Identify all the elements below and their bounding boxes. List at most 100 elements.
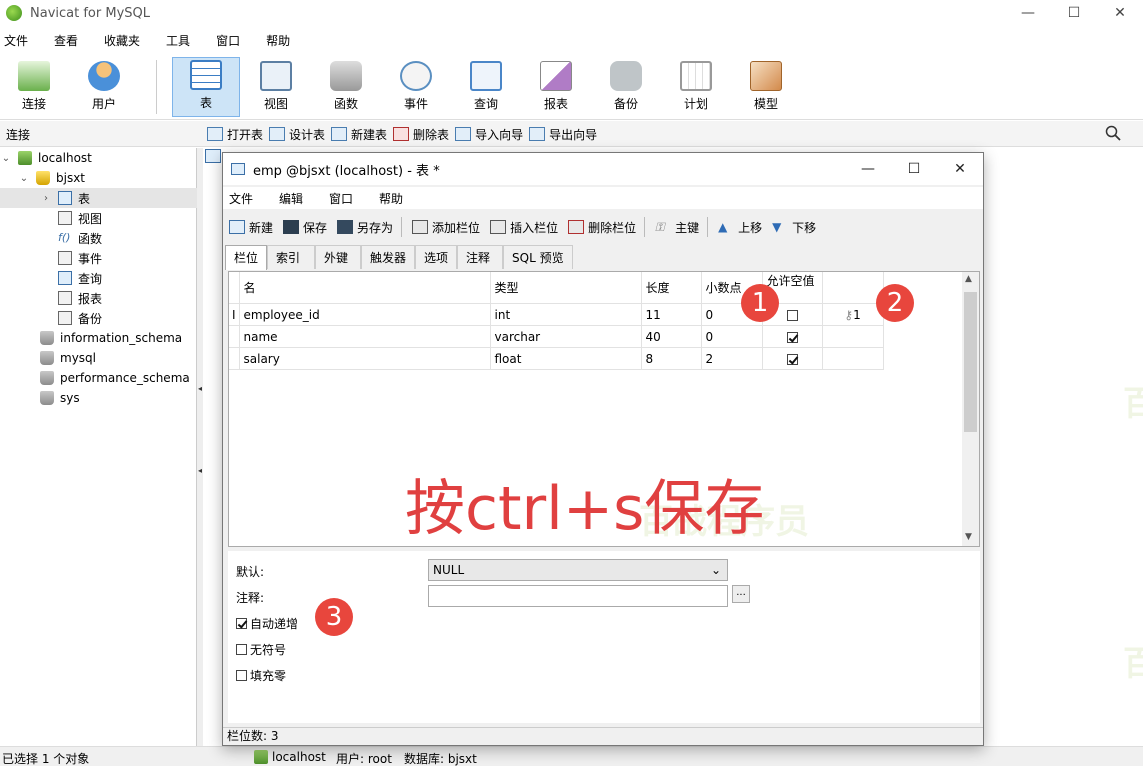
column-header-name[interactable]: 名 bbox=[239, 272, 491, 304]
collapse-left-icon[interactable]: ◂ bbox=[198, 466, 202, 475]
tab-triggers[interactable]: 触发器 bbox=[361, 245, 416, 269]
field-decimals-cell[interactable]: 2 bbox=[701, 347, 763, 370]
table-row[interactable]: name varchar 40 0 bbox=[229, 325, 884, 348]
designer-menu-edit[interactable]: 编辑 bbox=[279, 190, 303, 207]
table-row[interactable]: salary float 8 2 bbox=[229, 347, 884, 370]
ribbon-model-button[interactable]: 模型 bbox=[732, 57, 800, 117]
primary-key-button[interactable]: ⚿ 主键 bbox=[655, 216, 699, 238]
chevron-right-icon[interactable]: › bbox=[40, 193, 52, 204]
ribbon-report-button[interactable]: 报表 bbox=[522, 57, 590, 117]
new-table-button[interactable]: 新建表 bbox=[331, 124, 387, 144]
field-name-cell[interactable]: salary bbox=[239, 347, 491, 370]
menu-file[interactable]: 文件 bbox=[4, 32, 28, 49]
tree-db-bjsxt[interactable]: ⌄ bjsxt bbox=[0, 168, 197, 188]
tree-item-queries[interactable]: 查询 bbox=[0, 268, 197, 288]
row-selector[interactable] bbox=[229, 325, 240, 348]
ribbon-view-button[interactable]: 视图 bbox=[242, 57, 310, 117]
field-name-cell[interactable]: name bbox=[239, 325, 491, 348]
save-as-button[interactable]: 另存为 bbox=[337, 216, 393, 238]
minimize-button[interactable]: — bbox=[1005, 0, 1051, 26]
row-selector[interactable] bbox=[229, 347, 240, 370]
unsigned-checkbox[interactable] bbox=[236, 644, 247, 655]
ribbon-event-button[interactable]: 事件 bbox=[382, 57, 450, 117]
nullable-checkbox[interactable] bbox=[786, 353, 798, 365]
designer-menu-help[interactable]: 帮助 bbox=[379, 190, 403, 207]
field-length-cell[interactable]: 40 bbox=[641, 325, 702, 348]
menu-tools[interactable]: 工具 bbox=[166, 32, 190, 49]
save-button[interactable]: 保存 bbox=[283, 216, 327, 238]
table-object-icon[interactable] bbox=[205, 149, 221, 163]
ribbon-user-button[interactable]: 用户 bbox=[70, 57, 138, 117]
field-key-cell[interactable] bbox=[822, 347, 884, 370]
tree-item-events[interactable]: 事件 bbox=[0, 248, 197, 268]
move-down-button[interactable]: ▼ 下移 bbox=[772, 216, 816, 238]
field-length-cell[interactable]: 11 bbox=[641, 303, 702, 326]
field-name-cell[interactable]: employee_id bbox=[239, 303, 491, 326]
table-row[interactable]: I employee_id int 11 0 ⚷1 bbox=[229, 303, 884, 326]
ribbon-connect-button[interactable]: 连接 bbox=[0, 57, 68, 117]
unsigned-option[interactable]: 无符号 bbox=[236, 641, 286, 658]
field-type-cell[interactable]: int bbox=[490, 303, 642, 326]
designer-maximize-button[interactable]: ☐ bbox=[891, 153, 937, 185]
menu-help[interactable]: 帮助 bbox=[266, 32, 290, 49]
ribbon-function-button[interactable]: 函数 bbox=[312, 57, 380, 117]
delete-table-button[interactable]: 删除表 bbox=[393, 124, 449, 144]
field-nullable-cell[interactable] bbox=[762, 325, 823, 348]
field-key-cell[interactable] bbox=[822, 325, 884, 348]
scroll-down-icon[interactable]: ▼ bbox=[965, 532, 972, 542]
add-field-button[interactable]: 添加栏位 bbox=[412, 216, 480, 238]
column-header-length[interactable]: 长度 bbox=[641, 272, 702, 304]
designer-close-button[interactable]: ✕ bbox=[937, 153, 983, 185]
grid-scrollbar[interactable]: ▲ ▼ bbox=[962, 272, 979, 546]
search-icon[interactable] bbox=[1105, 125, 1121, 141]
tree-item-functions[interactable]: f() 函数 bbox=[0, 228, 197, 248]
insert-field-button[interactable]: 插入栏位 bbox=[490, 216, 558, 238]
chevron-down-icon[interactable]: ⌄ bbox=[0, 153, 12, 164]
design-table-button[interactable]: 设计表 bbox=[269, 124, 325, 144]
tree-server-localhost[interactable]: ⌄ localhost bbox=[0, 148, 197, 168]
tree-db-information-schema[interactable]: information_schema bbox=[0, 328, 197, 348]
ribbon-backup-button[interactable]: 备份 bbox=[592, 57, 660, 117]
zerofill-checkbox[interactable] bbox=[236, 670, 247, 681]
designer-menu-file[interactable]: 文件 bbox=[229, 190, 253, 207]
column-header-key[interactable] bbox=[822, 272, 884, 304]
nullable-checkbox[interactable] bbox=[786, 331, 798, 343]
maximize-button[interactable]: ☐ bbox=[1051, 0, 1097, 26]
ribbon-schedule-button[interactable]: 计划 bbox=[662, 57, 730, 117]
import-wizard-button[interactable]: 导入向导 bbox=[455, 124, 523, 144]
menu-window[interactable]: 窗口 bbox=[216, 32, 240, 49]
tree-db-performance-schema[interactable]: performance_schema bbox=[0, 368, 197, 388]
zerofill-option[interactable]: 填充零 bbox=[236, 667, 286, 684]
tree-db-mysql[interactable]: mysql bbox=[0, 348, 197, 368]
tab-fields[interactable]: 栏位 bbox=[225, 245, 268, 270]
ribbon-query-button[interactable]: 查询 bbox=[452, 57, 520, 117]
scrollbar-thumb[interactable] bbox=[964, 292, 977, 432]
tab-comment[interactable]: 注释 bbox=[457, 245, 504, 269]
new-button[interactable]: 新建 bbox=[229, 216, 273, 238]
tab-options[interactable]: 选项 bbox=[415, 245, 458, 269]
field-length-cell[interactable]: 8 bbox=[641, 347, 702, 370]
delete-field-button[interactable]: 删除栏位 bbox=[568, 216, 636, 238]
collapse-left-icon[interactable]: ◂ bbox=[198, 384, 202, 393]
tree-item-backups[interactable]: 备份 bbox=[0, 308, 197, 328]
menu-view[interactable]: 查看 bbox=[54, 32, 78, 49]
comment-expand-button[interactable]: ... bbox=[732, 585, 750, 603]
field-type-cell[interactable]: float bbox=[490, 347, 642, 370]
comment-input[interactable] bbox=[428, 585, 728, 607]
close-button[interactable]: ✕ bbox=[1097, 0, 1143, 26]
tree-db-sys[interactable]: sys bbox=[0, 388, 197, 408]
field-type-cell[interactable]: varchar bbox=[490, 325, 642, 348]
designer-minimize-button[interactable]: — bbox=[845, 153, 891, 185]
move-up-button[interactable]: ▲ 上移 bbox=[718, 216, 762, 238]
default-value-select[interactable]: NULL ⌄ bbox=[428, 559, 728, 581]
scroll-up-icon[interactable]: ▲ bbox=[965, 274, 972, 284]
designer-menu-window[interactable]: 窗口 bbox=[329, 190, 353, 207]
open-table-button[interactable]: 打开表 bbox=[207, 124, 263, 144]
chevron-down-icon[interactable]: ⌄ bbox=[18, 173, 30, 184]
tree-item-tables[interactable]: › 表 bbox=[0, 188, 197, 208]
ribbon-table-button[interactable]: 表 bbox=[172, 57, 240, 117]
menu-favorites[interactable]: 收藏夹 bbox=[104, 32, 140, 49]
tab-indexes[interactable]: 索引 bbox=[267, 245, 316, 269]
tab-foreign-keys[interactable]: 外键 bbox=[315, 245, 362, 269]
column-header-type[interactable]: 类型 bbox=[490, 272, 642, 304]
